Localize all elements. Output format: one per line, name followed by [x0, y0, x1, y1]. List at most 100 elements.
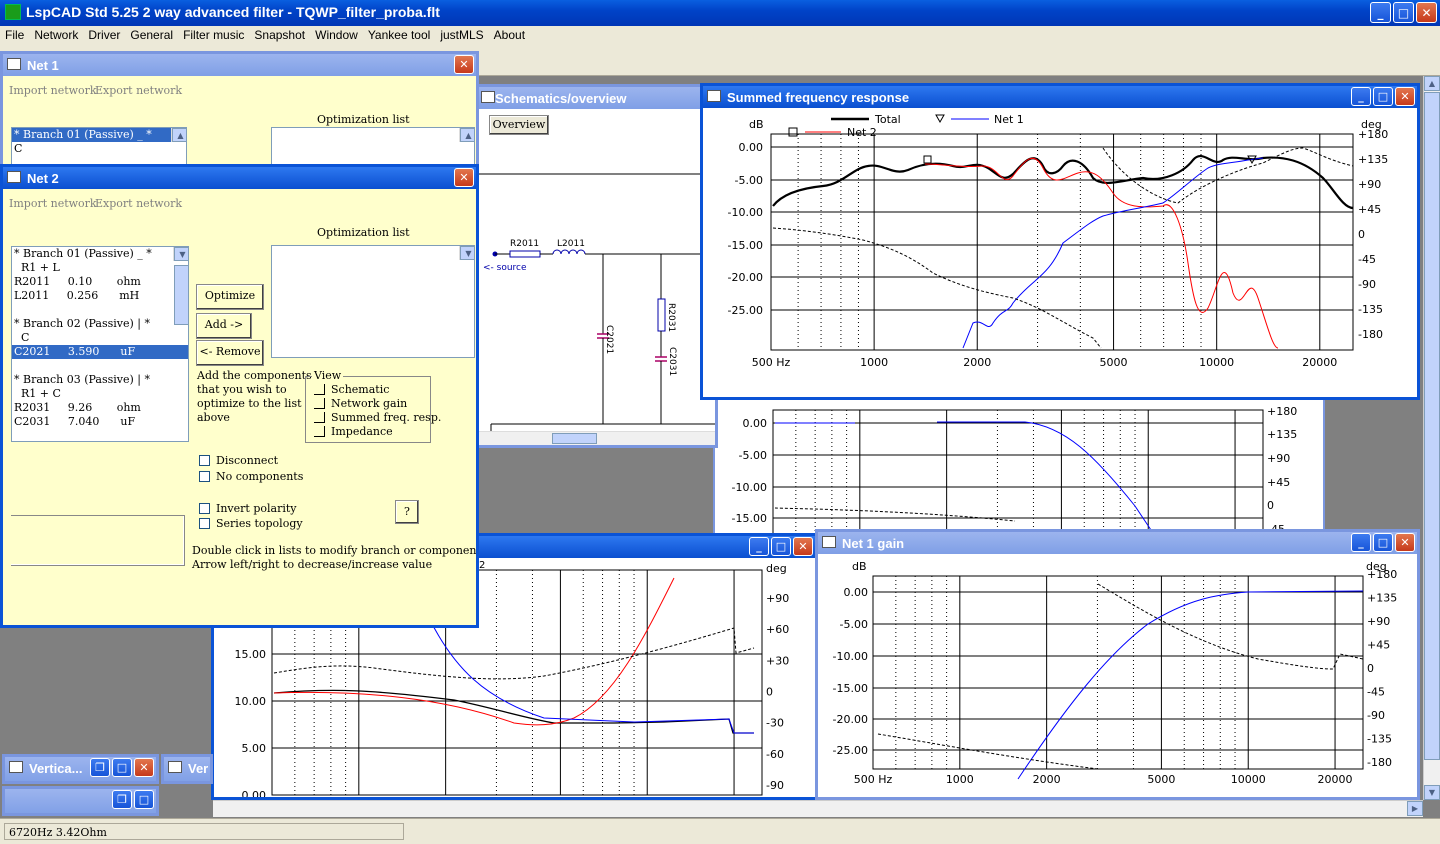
- minimized-close-button[interactable]: ✕: [134, 758, 154, 777]
- summed-response-window[interactable]: Summed frequency response _ □ ✕ 0.00 -5.0…: [700, 83, 1420, 400]
- disconnect-checkbox[interactable]: Disconnect: [199, 454, 278, 467]
- menu-justmls[interactable]: justMLS: [435, 26, 488, 44]
- menu-about[interactable]: About: [489, 26, 530, 44]
- schematic-hscrollbar[interactable]: [477, 431, 715, 445]
- net1-export-network[interactable]: Export network: [95, 84, 182, 97]
- impedance-close-button[interactable]: ✕: [793, 537, 813, 556]
- schematic-titlebar[interactable]: Schematics/overview: [477, 87, 715, 109]
- net1-gain-window[interactable]: Net 1 gain _ □ ✕ 0.00 -5.00 -10.00 -15.00 -2…: [815, 529, 1420, 800]
- summed-close-button[interactable]: ✕: [1395, 87, 1415, 106]
- maximize-button[interactable]: □: [1393, 2, 1414, 23]
- view-summed-toggle[interactable]: Summed freq. resp.: [314, 411, 441, 424]
- series-topology-checkbox[interactable]: Series topology: [199, 517, 303, 530]
- scroll-up-icon[interactable]: ▲: [1424, 76, 1440, 91]
- net2-close-button[interactable]: ✕: [454, 168, 474, 187]
- schematic-scroll-thumb[interactable]: [552, 433, 597, 444]
- menu-general[interactable]: General: [125, 26, 178, 44]
- help-line: above: [197, 411, 230, 424]
- net1-gain-minimize-button[interactable]: _: [1351, 533, 1371, 552]
- scroll-right-icon[interactable]: ▶: [1407, 801, 1423, 816]
- impedance-maximize-button[interactable]: □: [771, 537, 791, 556]
- scroll-thumb[interactable]: [174, 265, 188, 325]
- menu-network[interactable]: Network: [29, 26, 83, 44]
- net1-gain-maximize-button[interactable]: □: [1373, 533, 1393, 552]
- scroll-up-icon[interactable]: ▲: [460, 128, 474, 142]
- y-tick-label: -5.00: [739, 449, 767, 462]
- net2-list-row[interactable]: R1 + L: [12, 261, 188, 275]
- menu-window[interactable]: Window: [310, 26, 363, 44]
- impedance-minimize-button[interactable]: _: [749, 537, 769, 556]
- minimized-window-ver[interactable]: Ver: [161, 754, 213, 784]
- menu-yankee-tool[interactable]: Yankee tool: [363, 26, 436, 44]
- summed-maximize-button[interactable]: □: [1373, 87, 1393, 106]
- mdi-hscrollbar[interactable]: ▶: [213, 800, 1423, 817]
- net2-opt-scrollbar[interactable]: ▲ ▼: [459, 246, 474, 260]
- net2-list-row[interactable]: * Branch 01 (Passive) _ *: [12, 247, 188, 261]
- scroll-down-icon[interactable]: ▼: [174, 247, 188, 261]
- mdi-vscrollbar[interactable]: ▲ ▼: [1423, 76, 1440, 800]
- view-network-gain-toggle[interactable]: Network gain: [314, 397, 407, 410]
- optimize-button[interactable]: Optimize: [196, 284, 264, 310]
- net2-list-row[interactable]: [12, 359, 188, 373]
- net2-list-row[interactable]: * Branch 03 (Passive) | *: [12, 373, 188, 387]
- no-components-checkbox[interactable]: No components: [199, 470, 303, 483]
- net2-list-row[interactable]: R1 + C: [12, 387, 188, 401]
- minimized-maximize-button[interactable]: □: [112, 758, 132, 777]
- overview-button[interactable]: Overview: [489, 115, 549, 135]
- summed-minimize-button[interactable]: _: [1351, 87, 1371, 106]
- menu-filter-music[interactable]: Filter music: [178, 26, 249, 44]
- net1-branch-list[interactable]: * Branch 01 (Passive) _ * C ▲: [11, 127, 187, 167]
- schematic-window[interactable]: Schematics/overview Overview R2011 L2011…: [474, 84, 718, 448]
- view-impedance-toggle[interactable]: Impedance: [314, 425, 393, 438]
- net2-window[interactable]: Net 2 ✕ Import network Export network Op…: [0, 164, 479, 628]
- net1-optimization-list[interactable]: ▲: [271, 127, 475, 167]
- net1-list-scrollbar[interactable]: ▲: [171, 128, 186, 142]
- net2-list-row[interactable]: R2011 0.10 ohm: [12, 275, 188, 289]
- net2-export-network[interactable]: Export network: [95, 197, 182, 210]
- minimized-restore-button[interactable]: ❐: [90, 758, 110, 777]
- view-schematic-toggle[interactable]: Schematic: [314, 383, 389, 396]
- net1-branch-item[interactable]: * Branch 01 (Passive) _ *: [12, 128, 186, 142]
- net2-list-row[interactable]: C2021 3.590 uF: [12, 345, 188, 359]
- net1-gain-close-button[interactable]: ✕: [1395, 533, 1415, 552]
- remove-button[interactable]: <- Remove: [196, 340, 264, 366]
- menu-driver[interactable]: Driver: [83, 26, 125, 44]
- scroll-up-icon[interactable]: ▲: [172, 128, 186, 142]
- net1-titlebar[interactable]: Net 1 ✕: [3, 54, 476, 76]
- net2-list-scrollbar[interactable]: ▲ ▼: [173, 247, 188, 325]
- minimized-restore-button[interactable]: ❐: [112, 790, 132, 809]
- minimized-window-3[interactable]: ❐ □: [2, 786, 159, 816]
- close-button[interactable]: ✕: [1416, 2, 1437, 23]
- menu-snapshot[interactable]: Snapshot: [249, 26, 310, 44]
- minimized-maximize-button[interactable]: □: [134, 790, 154, 809]
- net2-import-network[interactable]: Import network: [9, 197, 97, 210]
- net2-branch-list[interactable]: * Branch 01 (Passive) _ * R1 + L R2011 0.…: [11, 246, 189, 442]
- net1-window[interactable]: Net 1 ✕ Import network Export network Op…: [0, 51, 479, 171]
- add-button[interactable]: Add ->: [196, 313, 252, 339]
- net2-list-row[interactable]: C2031 7.040 uF: [12, 415, 188, 429]
- invert-polarity-checkbox[interactable]: Invert polarity: [199, 502, 296, 515]
- net2-list-row[interactable]: [12, 303, 188, 317]
- net1-import-network[interactable]: Import network: [9, 84, 97, 97]
- app-title-bar[interactable]: LspCAD Std 5.25 2 way advanced filter - …: [0, 0, 1440, 26]
- help-button[interactable]: ?: [395, 500, 419, 524]
- net1-close-button[interactable]: ✕: [454, 55, 474, 74]
- net2-list-row[interactable]: * Branch 02 (Passive) | *: [12, 317, 188, 331]
- menu-file[interactable]: File: [0, 26, 29, 44]
- net2-optimization-list[interactable]: ▲ ▼: [271, 245, 475, 358]
- minimize-button[interactable]: _: [1370, 2, 1391, 23]
- net1-opt-scrollbar[interactable]: ▲: [459, 128, 474, 142]
- scroll-down-icon[interactable]: ▼: [460, 246, 474, 260]
- view-group: View Schematic Network gain Summed freq.…: [305, 369, 441, 443]
- summed-response-titlebar[interactable]: Summed frequency response _ □ ✕: [703, 86, 1417, 108]
- net1-gain-titlebar[interactable]: Net 1 gain _ □ ✕: [818, 532, 1417, 554]
- net2-titlebar[interactable]: Net 2 ✕: [3, 167, 476, 189]
- net2-list-row[interactable]: R2031 9.26 ohm: [12, 401, 188, 415]
- mdi-vscroll-thumb[interactable]: [1424, 92, 1440, 760]
- net2-list-row[interactable]: C: [12, 331, 188, 345]
- scroll-down-icon[interactable]: ▼: [1424, 785, 1440, 800]
- net2-list-row[interactable]: L2011 0.256 mH: [12, 289, 188, 303]
- net1-branch-item[interactable]: C: [12, 142, 186, 156]
- deg-tick-label: +135: [1367, 592, 1397, 605]
- minimized-window-vertical[interactable]: Vertica... ❐ □ ✕: [2, 754, 159, 784]
